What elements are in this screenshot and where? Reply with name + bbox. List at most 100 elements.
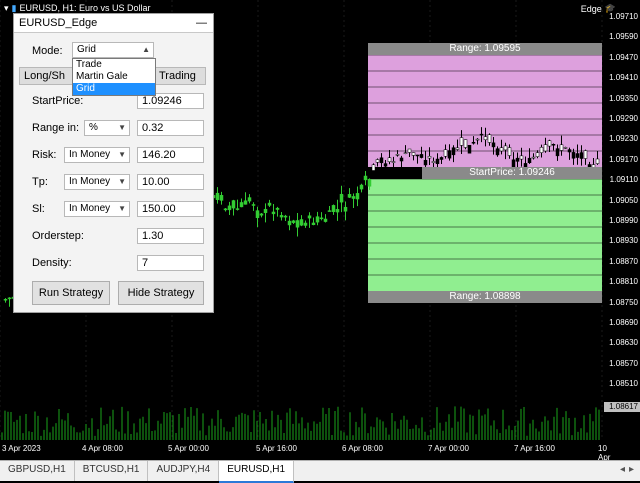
sl-mode-value: In Money <box>69 203 111 214</box>
tp-field[interactable]: 10.00 <box>137 174 204 190</box>
candle-body <box>543 144 548 152</box>
candle-body <box>399 157 404 162</box>
candle-body <box>499 147 504 152</box>
strategy-panel[interactable]: EURUSD_Edge — Mode: Grid ▲ Long/Sh Tradi… <box>13 13 214 313</box>
time-tick: 5 Apr 16:00 <box>256 444 297 453</box>
candle-body <box>375 159 380 163</box>
candle-body <box>559 144 564 151</box>
candle-body <box>367 178 372 187</box>
candle-body <box>363 175 368 181</box>
price-tick: 1.08930 <box>609 236 638 246</box>
mode-dropdown-list[interactable]: Trade Martin Gale Grid <box>72 58 156 96</box>
risk-field[interactable]: 146.20 <box>137 147 204 163</box>
candle-body <box>327 210 332 212</box>
candle-body <box>391 161 396 163</box>
candle-body <box>519 155 524 160</box>
chevron-right-icon[interactable]: ▸ <box>629 464 634 478</box>
candle-body <box>423 159 428 166</box>
candle-body <box>503 145 508 151</box>
candle-body <box>283 215 288 218</box>
candle-body <box>215 192 220 200</box>
candle-body <box>295 220 300 228</box>
candle-body <box>379 157 384 164</box>
sl-mode-select[interactable]: In Money ▼ <box>64 201 130 217</box>
risk-mode-select[interactable]: In Money ▼ <box>64 147 130 163</box>
candle-body <box>567 149 572 153</box>
price-tick: 1.08510 <box>609 379 638 389</box>
candle-body <box>527 157 532 164</box>
candle-body <box>299 219 304 226</box>
range-unit-select[interactable]: % ▼ <box>84 120 130 136</box>
candle-body <box>403 152 408 154</box>
chart-tab[interactable]: GBPUSD,H1 <box>0 461 75 481</box>
candle-body <box>307 215 312 219</box>
candle-body <box>463 139 468 148</box>
price-axis: 1.09710 1.09590 1.09470 1.09410 1.09350 1.092… <box>604 0 640 440</box>
chart-tab[interactable]: AUDJPY,H4 <box>148 461 220 481</box>
candle-body <box>483 136 488 141</box>
candle-body <box>271 211 276 215</box>
candle-body <box>495 148 500 156</box>
sl-field[interactable]: 150.00 <box>137 201 204 217</box>
orderstep-label: Orderstep: <box>32 230 84 242</box>
density-field[interactable]: 7 <box>137 255 204 271</box>
candle-body <box>315 216 320 223</box>
chevron-up-icon: ▲ <box>142 45 150 54</box>
price-tick: 1.09590 <box>609 32 638 42</box>
candle-body <box>251 204 256 206</box>
tp-mode-select[interactable]: In Money ▼ <box>64 174 130 190</box>
price-tick: 1.09170 <box>609 154 638 164</box>
candle-body <box>223 208 228 211</box>
chart-tab[interactable]: BTCUSD,H1 <box>75 461 149 481</box>
upper-band <box>368 55 602 167</box>
hide-strategy-button[interactable]: Hide Strategy <box>118 281 204 305</box>
candle-body <box>323 218 328 222</box>
chevron-down-icon: ▼ <box>118 123 126 132</box>
candle-body <box>531 156 536 159</box>
price-tick: 1.08630 <box>609 338 638 348</box>
tab-long-short-label: Long/Sh <box>24 70 65 82</box>
candle-body <box>347 194 352 198</box>
candle-body <box>355 193 360 200</box>
chart-symbol-title: EURUSD, H1: Euro vs US Dollar <box>19 3 151 13</box>
time-tick: 5 Apr 00:00 <box>168 444 209 453</box>
candle-body <box>395 154 400 156</box>
candle-body <box>427 156 432 159</box>
time-tick: 7 Apr 00:00 <box>428 444 469 453</box>
range-field[interactable]: 0.32 <box>137 120 204 136</box>
candle-body <box>351 196 356 199</box>
mode-option[interactable]: Trade <box>73 59 155 71</box>
mode-option[interactable]: Grid <box>73 83 155 95</box>
price-tick: 1.08870 <box>609 256 638 266</box>
panel-title[interactable]: EURUSD_Edge — <box>14 14 213 33</box>
price-tick: 1.08570 <box>609 358 638 368</box>
expert-name: Edge <box>580 3 602 14</box>
candle-body <box>7 297 12 300</box>
tp-mode-value: In Money <box>69 176 111 187</box>
minimize-icon[interactable]: — <box>196 14 207 32</box>
candle-body <box>407 148 412 153</box>
panel-title-text: EURUSD_Edge <box>19 17 98 29</box>
mode-option[interactable]: Martin Gale <box>73 71 155 83</box>
mode-select[interactable]: Grid ▲ <box>72 42 154 58</box>
density-label: Density: <box>32 257 72 269</box>
range-top-label: Range: 1.09595 <box>368 43 602 55</box>
time-tick: 3 Apr 2023 <box>2 444 41 453</box>
price-tick: 1.09410 <box>609 73 638 83</box>
tab-long-short[interactable]: Long/Sh <box>19 67 74 85</box>
candle-body <box>247 197 252 202</box>
candle-body <box>467 145 472 154</box>
orderstep-field[interactable]: 1.30 <box>137 228 204 244</box>
candle-body <box>563 147 568 149</box>
chevron-left-icon[interactable]: ◂ <box>620 464 625 478</box>
tab-trading[interactable]: Trading <box>154 67 206 85</box>
run-strategy-button[interactable]: Run Strategy <box>32 281 110 305</box>
price-tick: 1.09350 <box>609 93 638 103</box>
tab-scroll-arrows[interactable]: ◂ ▸ <box>614 461 640 481</box>
candle-body <box>359 184 364 190</box>
candle-body <box>555 148 560 157</box>
candle-body <box>491 142 496 148</box>
candle-body <box>487 134 492 143</box>
candle-body <box>439 157 444 160</box>
time-axis: 3 Apr 2023 4 Apr 08:00 5 Apr 00:00 5 Apr 16… <box>0 444 610 460</box>
